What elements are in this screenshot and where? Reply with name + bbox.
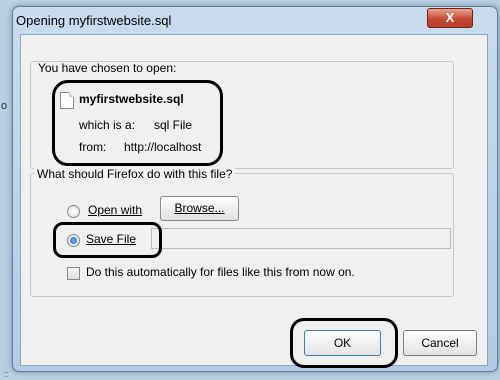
dialog-title: Opening myfirstwebsite.sql [16,13,172,28]
highlight-ok-button [290,318,398,368]
auto-action-checkbox[interactable] [67,267,80,280]
cancel-button[interactable]: Cancel [403,330,477,356]
open-with-label[interactable]: Open with [88,203,142,217]
open-with-radio[interactable] [67,205,80,218]
highlight-file-info [52,80,223,166]
save-location-field [151,228,451,249]
background-text-fragment: o [1,100,8,112]
auto-action-label[interactable]: Do this automatically for files like thi… [86,265,355,279]
browse-button[interactable]: Browse... [160,196,239,221]
background-bottom-fragment: :: [4,369,10,379]
highlight-save-option [53,222,162,258]
close-button[interactable]: X [427,8,473,28]
file-info-caption: You have chosen to open: [38,61,177,75]
action-group-caption: What should Firefox do with this file? [34,167,236,181]
